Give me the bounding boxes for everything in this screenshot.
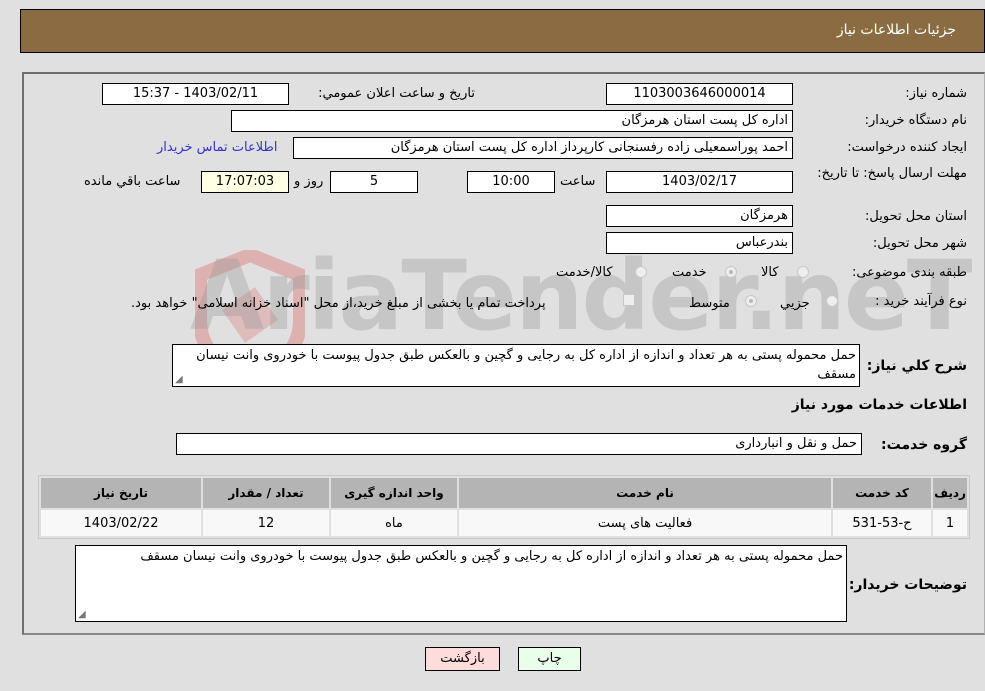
treasury-note: پرداخت تمام یا بخشی از مبلغ خرید،از محل … (131, 296, 546, 311)
category-radio-service[interactable] (725, 266, 737, 278)
buyer-notes-label: توضیحات خریدار: (848, 577, 967, 593)
services-table: رديف کد خدمت نام خدمت واحد اندازه گیری ت… (38, 475, 970, 539)
description-textarea[interactable]: حمل محموله پستی به هر تعداد و اندازه از … (172, 344, 860, 387)
announce-datetime-label: تاریخ و ساعت اعلان عمومي: (318, 86, 475, 101)
time-remaining-field: 17:07:03 (201, 171, 289, 193)
time-remaining-label: ساعت باقي مانده (84, 174, 181, 189)
cell-need-date: 1403/02/22 (41, 510, 201, 536)
purchase-option-minor: جزيي (780, 296, 810, 311)
city-label: شهر محل تحویل: (872, 236, 967, 251)
col-header-row-number: رديف (933, 478, 967, 508)
back-button[interactable]: بازگشت (425, 647, 500, 671)
deadline-date-field: 1403/02/17 (606, 171, 793, 193)
purchase-option-medium: متوسط (689, 296, 730, 311)
announce-datetime-field: 1403/02/11 - 15:37 (102, 83, 289, 105)
resize-grip-icon[interactable]: ◢ (175, 375, 183, 385)
services-section-title: اطلاعات خدمات مورد نياز (791, 397, 967, 413)
col-header-need-date: تاريخ نياز (41, 478, 201, 508)
page-header: جزئیات اطلاعات نیاز (20, 9, 985, 53)
days-remaining-field: 5 (330, 171, 418, 193)
col-header-unit: واحد اندازه گیری (331, 478, 457, 508)
description-text: حمل محموله پستی به هر تعداد و اندازه از … (196, 348, 856, 382)
purchase-radio-medium[interactable] (745, 295, 757, 307)
days-label: روز و (294, 174, 324, 189)
purchase-type-label: نوع فرآیند خرید : (875, 294, 967, 309)
cell-service-name: فعالیت های پست (459, 510, 831, 536)
need-number-field: 1103003646000014 (606, 83, 793, 105)
cell-quantity: 12 (203, 510, 329, 536)
col-header-service-code: کد خدمت (833, 478, 931, 508)
category-option-goods: کالا (761, 265, 779, 280)
cell-row-number: 1 (933, 510, 967, 536)
need-number-label: شماره نیاز: (905, 86, 967, 101)
requester-field: احمد پوراسمعیلی زاده رفسنجانی کارپرداز ا… (293, 137, 793, 159)
treasury-checkbox[interactable] (623, 294, 635, 306)
page-title: جزئیات اطلاعات نیاز (836, 22, 956, 38)
col-header-service-name: نام خدمت (459, 478, 831, 508)
requester-label: ایجاد کننده درخواست: (847, 140, 967, 155)
province-label: استان محل تحویل: (865, 209, 967, 224)
category-label: طبقه بندی موضوعی: (851, 265, 967, 280)
deadline-label: مهلت ارسال پاسخ: تا تاریخ: (817, 166, 967, 181)
deadline-time-field: 10:00 (467, 171, 555, 193)
cell-unit: ماه (331, 510, 457, 536)
buyer-org-label: نام دستگاه خريدار: (864, 113, 967, 128)
buyer-notes-textarea[interactable]: حمل محموله پستی به هر تعداد و اندازه از … (75, 545, 847, 622)
description-label: شرح کلي نياز: (866, 358, 967, 374)
print-button[interactable]: چاپ (518, 647, 581, 671)
service-group-label: گروه خدمت: (881, 437, 967, 453)
category-radio-goods[interactable] (797, 266, 809, 278)
category-radio-goods-service[interactable] (635, 266, 647, 278)
province-field: هرمزگان (606, 205, 793, 227)
col-header-quantity: تعداد / مقدار (203, 478, 329, 508)
category-option-goods-service: کالا/خدمت (556, 265, 613, 280)
table-header-row: رديف کد خدمت نام خدمت واحد اندازه گیری ت… (41, 478, 967, 508)
table-row: 1 ح-53-531 فعالیت های پست ماه 12 1403/02… (41, 510, 967, 536)
city-field: بندرعباس (606, 232, 793, 254)
deadline-time-label: ساعت (560, 174, 596, 189)
purchase-radio-minor[interactable] (826, 295, 838, 307)
resize-grip-icon[interactable]: ◢ (78, 610, 86, 620)
cell-service-code: ح-53-531 (833, 510, 931, 536)
buyer-org-field: اداره کل پست استان هرمزگان (231, 110, 793, 132)
category-option-service: خدمت (672, 265, 707, 280)
buyer-notes-text: حمل محموله پستی به هر تعداد و اندازه از … (140, 549, 843, 564)
buyer-contact-link[interactable]: اطلاعات تماس خریدار (157, 140, 277, 155)
service-group-field: حمل و نقل و انبارداری (176, 433, 862, 455)
